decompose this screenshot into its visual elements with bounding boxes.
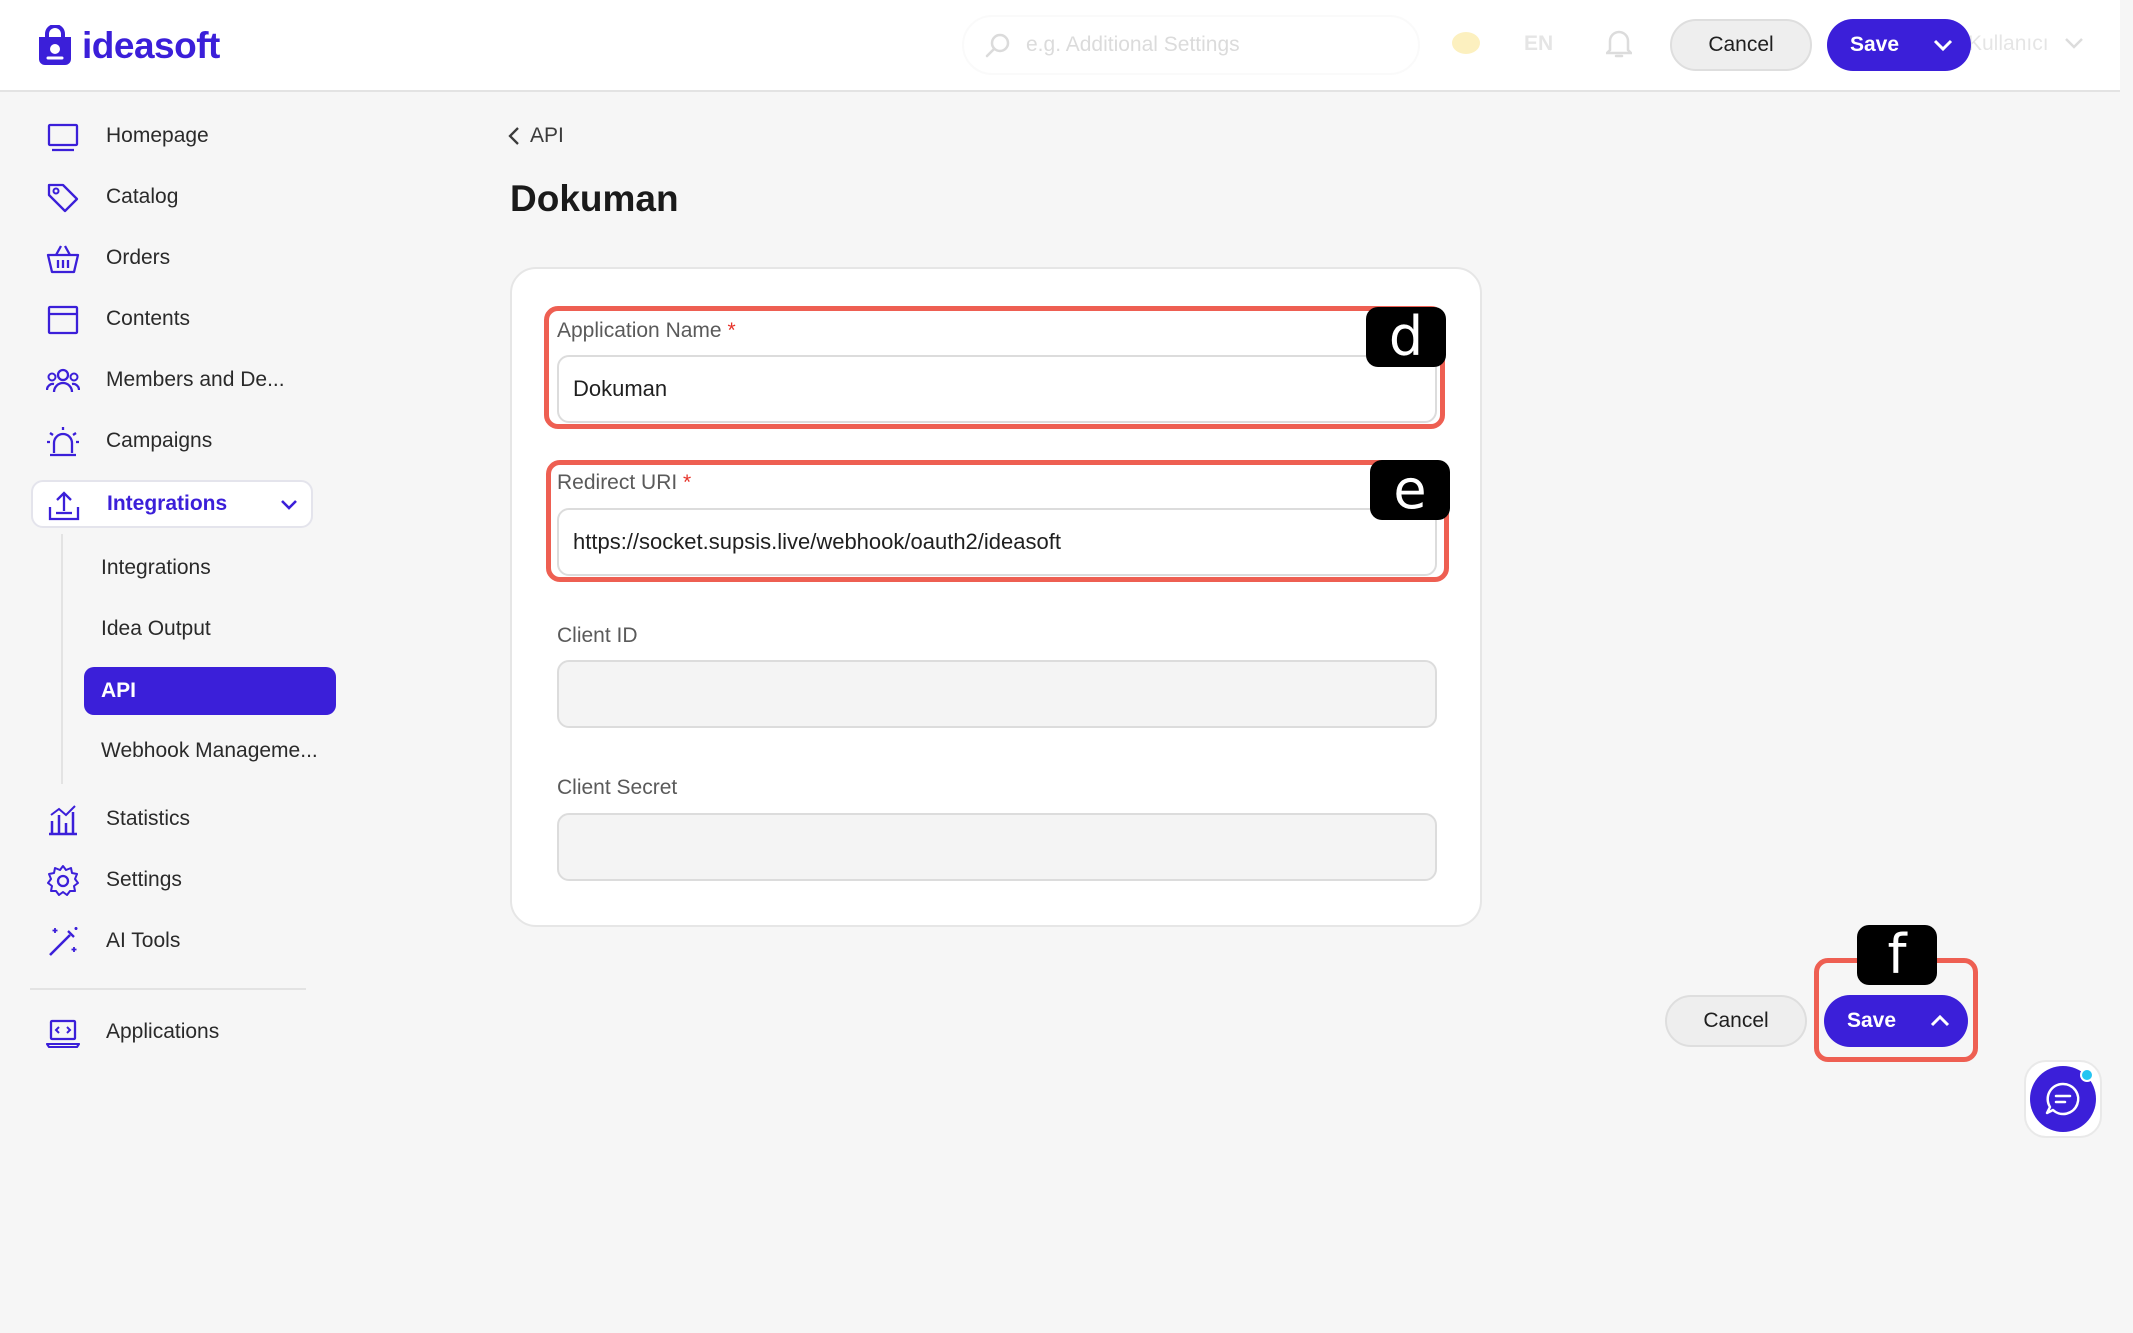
application-name-label: Application Name *: [557, 319, 736, 343]
client-id-input[interactable]: [557, 660, 1437, 728]
bar-chart-icon: [49, 805, 77, 836]
chevron-down-icon[interactable]: [279, 494, 299, 514]
chat-icon: [2030, 1066, 2096, 1132]
sidebar-item-catalog[interactable]: Catalog: [30, 171, 320, 223]
client-id-label: Client ID: [557, 624, 638, 647]
breadcrumb-label: API: [530, 124, 564, 147]
logo-bag-icon: [39, 25, 71, 65]
global-search[interactable]: e.g. Additional Settings: [962, 15, 1420, 75]
top-bar: ideasoft e.g. Additional Settings EN Kul…: [0, 0, 2120, 92]
annotation-label-e: e: [1370, 460, 1450, 520]
header-save-button[interactable]: Save: [1827, 19, 1971, 71]
sidebar-item-label: AI Tools: [106, 929, 181, 952]
language-selector[interactable]: EN: [1524, 32, 1553, 56]
footer-cancel-button[interactable]: Cancel: [1665, 995, 1807, 1047]
chevron-left-icon: [508, 127, 519, 145]
sidebar-item-integrations[interactable]: Integrations: [31, 480, 313, 528]
upload-box-icon: [48, 491, 80, 521]
annotation-label-f: f: [1857, 925, 1937, 985]
chat-widget-button[interactable]: [2024, 1060, 2102, 1138]
sidebar-item-label: Members and De...: [106, 368, 285, 391]
users-icon: [46, 368, 80, 393]
form-card: Application Name * Redirect URI * Client…: [510, 267, 1482, 927]
chevron-down-icon[interactable]: [1933, 19, 1953, 71]
submenu-line: [61, 534, 63, 784]
subitem-api[interactable]: API: [84, 667, 336, 715]
sidebar-item-homepage[interactable]: Homepage: [30, 110, 320, 162]
sidebar-item-members[interactable]: Members and De...: [30, 354, 320, 406]
redirect-uri-input[interactable]: [557, 508, 1437, 576]
redirect-uri-label-text: Redirect URI: [557, 471, 678, 494]
required-marker: *: [683, 471, 692, 494]
required-marker: *: [727, 319, 736, 342]
search-icon: [985, 33, 1010, 58]
sidebar-item-label: Integrations: [107, 492, 228, 515]
sidebar-item-applications[interactable]: Applications: [30, 1006, 320, 1058]
sidebar-item-statistics[interactable]: Statistics: [30, 793, 320, 845]
laptop-code-icon: [46, 1019, 80, 1049]
chevron-down-icon[interactable]: [2064, 36, 2084, 50]
browser-window-icon: [47, 305, 79, 335]
brand-name: ideasoft: [82, 25, 220, 66]
sidebar-divider: [30, 988, 306, 990]
user-menu[interactable]: Kullanıcı: [1968, 32, 2049, 56]
basket-icon: [46, 245, 80, 274]
footer-save-button[interactable]: Save: [1824, 995, 1968, 1047]
language-flag-icon[interactable]: [1452, 32, 1480, 54]
search-placeholder: e.g. Additional Settings: [1026, 33, 1240, 56]
redirect-uri-label: Redirect URI *: [557, 471, 691, 495]
sidebar-item-label: Applications: [106, 1020, 220, 1043]
page-title: Dokuman: [510, 178, 679, 219]
magic-wand-icon: [49, 927, 78, 956]
sidebar-item-label: Orders: [106, 246, 171, 269]
chevron-up-icon[interactable]: [1930, 995, 1950, 1047]
client-secret-label: Client Secret: [557, 776, 678, 799]
sidebar-item-label: Contents: [106, 307, 191, 330]
subitem-idea-output[interactable]: Idea Output: [84, 605, 336, 653]
sidebar-item-settings[interactable]: Settings: [30, 854, 320, 906]
tag-icon: [47, 183, 79, 213]
footer-save-label: Save: [1846, 1009, 1897, 1032]
sidebar-item-orders[interactable]: Orders: [30, 232, 320, 284]
sidebar-item-campaigns[interactable]: Campaigns: [30, 415, 320, 467]
sidebar-item-label: Settings: [106, 868, 182, 891]
client-secret-input[interactable]: [557, 813, 1437, 881]
monitor-icon: [47, 123, 79, 152]
application-name-input[interactable]: [557, 355, 1437, 423]
annotation-label-d: d: [1366, 307, 1446, 367]
sidebar-item-label: Statistics: [106, 807, 191, 830]
gear-icon: [47, 865, 79, 896]
sidebar-item-label: Campaigns: [106, 429, 213, 452]
breadcrumb[interactable]: API: [508, 124, 564, 148]
subitem-webhook-management[interactable]: Webhook Manageme...: [84, 727, 336, 775]
header-cancel-button[interactable]: Cancel: [1670, 19, 1812, 71]
alarm-light-icon: [47, 427, 79, 457]
brand-logo[interactable]: ideasoft: [36, 22, 220, 70]
sidebar-item-label: Catalog: [106, 185, 179, 208]
sidebar-item-contents[interactable]: Contents: [30, 293, 320, 345]
application-name-label-text: Application Name: [557, 319, 722, 342]
header-save-label: Save: [1849, 33, 1900, 56]
subitem-integrations[interactable]: Integrations: [84, 544, 336, 592]
sidebar-item-ai-tools[interactable]: AI Tools: [30, 915, 320, 967]
notification-dot: [2080, 1068, 2094, 1082]
sidebar-item-label: Homepage: [106, 124, 209, 147]
bell-icon[interactable]: [1606, 28, 1632, 58]
